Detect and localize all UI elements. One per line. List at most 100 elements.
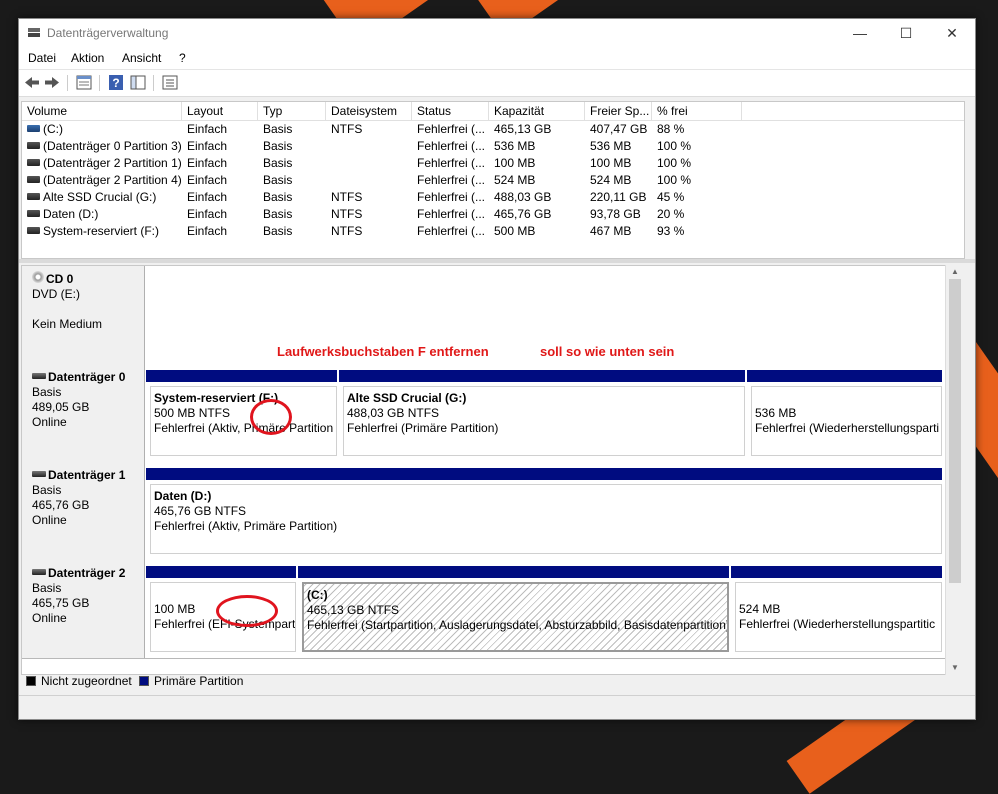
volume-cell: 467 MB [590, 224, 632, 238]
volume-cell: Alte SSD Crucial (G:) [22, 189, 182, 206]
volume-row[interactable]: (Datenträger 2 Partition 4) Einfach Basis F… [22, 172, 964, 189]
volume-cell: 100 % [657, 156, 692, 170]
disk-name: Datenträger 2 [48, 566, 126, 580]
partition-c[interactable]: (C:) 465,13 GB NTFS Fehlerfrei (Startpar… [298, 566, 729, 654]
legend-unallocated: Nicht zugeordnet [41, 674, 132, 688]
volume-name: (Datenträger 2 Partition 4) [43, 173, 182, 187]
partition-body: 536 MB Fehlerfrei (Wiederherstellungspar… [751, 386, 942, 456]
column-header-dateisystem[interactable]: Dateisystem [326, 102, 412, 120]
partition-daten[interactable]: Daten (D:) 465,76 GB NTFS Fehlerfrei (Ak… [146, 468, 942, 556]
unallocated-swatch [26, 676, 36, 686]
volume-row[interactable]: System-reserviert (F:) Einfach Basis NTFS Fe… [22, 223, 964, 240]
pane-splitter[interactable] [19, 259, 975, 263]
partition-recovery-d2[interactable]: 524 MB Fehlerfrei (Wiederherstellungspar… [731, 566, 942, 654]
partition-size: 488,03 GB NTFS [347, 406, 440, 420]
volume-cell: NTFS [331, 190, 363, 204]
disk-management-window: Datenträgerverwaltung — ☐ ✕ Datei Aktion… [18, 18, 976, 720]
disk-status: Online [32, 513, 67, 527]
volume-cell: Fehlerfrei (... [417, 139, 486, 153]
volume-name: (C:) [43, 122, 63, 136]
column-header-freier-speicher[interactable]: Freier Sp... [585, 102, 652, 120]
scroll-up-icon[interactable]: ▲ [946, 265, 964, 279]
graph-scrollbar[interactable]: ▲ ▼ [945, 265, 964, 675]
disk-label-cd0[interactable]: CD 0 DVD (E:) Kein Medium [22, 266, 145, 364]
volume-cell: Einfach [187, 139, 228, 153]
volume-cell: Einfach [187, 190, 228, 204]
partition-status: Fehlerfrei (Startpartition, Auslagerungs… [307, 618, 729, 632]
partition-system-reserved[interactable]: System-reserviert (F:) 500 MB NTFS Fehle… [146, 370, 337, 458]
volume-name: Alte SSD Crucial (G:) [43, 190, 157, 204]
volume-cell: Basis [263, 122, 293, 136]
back-icon[interactable] [23, 74, 41, 91]
close-button[interactable]: ✕ [929, 19, 975, 47]
help-icon[interactable]: ? [107, 74, 125, 91]
volume-cell: Basis [263, 190, 293, 204]
volume-row[interactable]: Alte SSD Crucial (G:) Einfach Basis NTFS Feh… [22, 189, 964, 206]
volume-name: Daten (D:) [43, 207, 99, 221]
partition-body: System-reserviert (F:) 500 MB NTFS Fehle… [150, 386, 337, 456]
volume-cell: Fehlerfrei (... [417, 122, 486, 136]
volume-row[interactable]: (C:) Einfach Basis NTFS Fehlerfrei (... 465,1… [22, 121, 964, 138]
annotation-circle [216, 595, 278, 627]
volume-cell: Basis [263, 173, 293, 187]
volume-cell: Fehlerfrei (... [417, 156, 486, 170]
svg-text:?: ? [112, 76, 119, 90]
view-icon[interactable] [129, 74, 147, 91]
volume-cell: System-reserviert (F:) [22, 223, 182, 240]
disk-name: Datenträger 1 [48, 468, 126, 482]
column-header-typ[interactable]: Typ [258, 102, 326, 120]
volume-cell: 20 % [657, 207, 685, 221]
volume-cell: 93,78 GB [590, 207, 641, 221]
disk-row-2: Datenträger 2 Basis 465,75 GB Online 100… [22, 560, 946, 659]
volume-row[interactable]: (Datenträger 2 Partition 1) Einfach Basis F… [22, 155, 964, 172]
disk-type: Basis [32, 581, 62, 595]
volume-drive-icon [27, 227, 40, 235]
disk-drive-letter: DVD (E:) [32, 287, 80, 301]
partition-color-bar [146, 370, 337, 382]
disk-label-1[interactable]: Datenträger 1 Basis 465,76 GB Online [22, 462, 145, 560]
settings-icon[interactable] [161, 74, 179, 91]
volume-cell [326, 155, 412, 172]
column-header-layout[interactable]: Layout [182, 102, 258, 120]
partition-title: Alte SSD Crucial (G:) [347, 391, 467, 405]
volume-cell: Basis [263, 224, 293, 238]
partition-alte-ssd[interactable]: Alte SSD Crucial (G:) 488,03 GB NTFS Feh… [339, 370, 745, 458]
menu-datei[interactable]: Datei [28, 51, 56, 65]
volume-cell: 93 % [657, 224, 685, 238]
menu-help[interactable]: ? [179, 51, 186, 65]
volume-row[interactable]: (Datenträger 0 Partition 3) Einfach Basis F… [22, 138, 964, 155]
menu-ansicht[interactable]: Ansicht [122, 51, 161, 65]
volume-cell: (C:) [22, 121, 182, 138]
volume-row[interactable]: Daten (D:) Einfach Basis NTFS Fehlerfrei (..… [22, 206, 964, 223]
disk-label-2[interactable]: Datenträger 2 Basis 465,75 GB Online [22, 560, 145, 658]
partition-recovery-d0[interactable]: 536 MB Fehlerfrei (Wiederherstellungspar… [747, 370, 942, 458]
menu-aktion[interactable]: Aktion [71, 51, 104, 65]
partition-body: Alte SSD Crucial (G:) 488,03 GB NTFS Feh… [343, 386, 745, 456]
volume-cell: 220,11 GB [590, 190, 647, 204]
partition-size: 500 MB NTFS [154, 406, 231, 420]
disk-icon [32, 568, 46, 575]
disk-status: Online [32, 611, 67, 625]
column-header-prozent-frei[interactable]: % frei [652, 102, 742, 120]
column-header-volume[interactable]: Volume [22, 102, 182, 120]
column-header-status[interactable]: Status [412, 102, 489, 120]
minimize-button[interactable]: — [837, 19, 883, 47]
volume-cell: 100 % [657, 173, 692, 187]
forward-icon[interactable] [43, 74, 61, 91]
disk-label-0[interactable]: Datenträger 0 Basis 489,05 GB Online [22, 364, 145, 462]
toolbar-separator [99, 75, 100, 91]
volume-drive-icon [27, 142, 40, 150]
column-header-kapazitaet[interactable]: Kapazität [489, 102, 585, 120]
partition-color-bar [731, 566, 942, 578]
maximize-button[interactable]: ☐ [883, 19, 929, 47]
volume-cell: Einfach [187, 122, 228, 136]
properties-icon[interactable] [75, 74, 93, 91]
volume-cell: Einfach [187, 224, 228, 238]
menu-bar: Datei Aktion Ansicht ? [19, 47, 975, 69]
disk-name: Datenträger 0 [48, 370, 126, 384]
volume-cell: 465,13 GB [494, 122, 552, 136]
volume-cell: 536 MB [590, 139, 632, 153]
toolbar-separator [153, 75, 154, 91]
partition-status: Fehlerfrei (Wiederherstellungspartitic [739, 617, 936, 631]
scroll-thumb[interactable] [949, 279, 961, 583]
